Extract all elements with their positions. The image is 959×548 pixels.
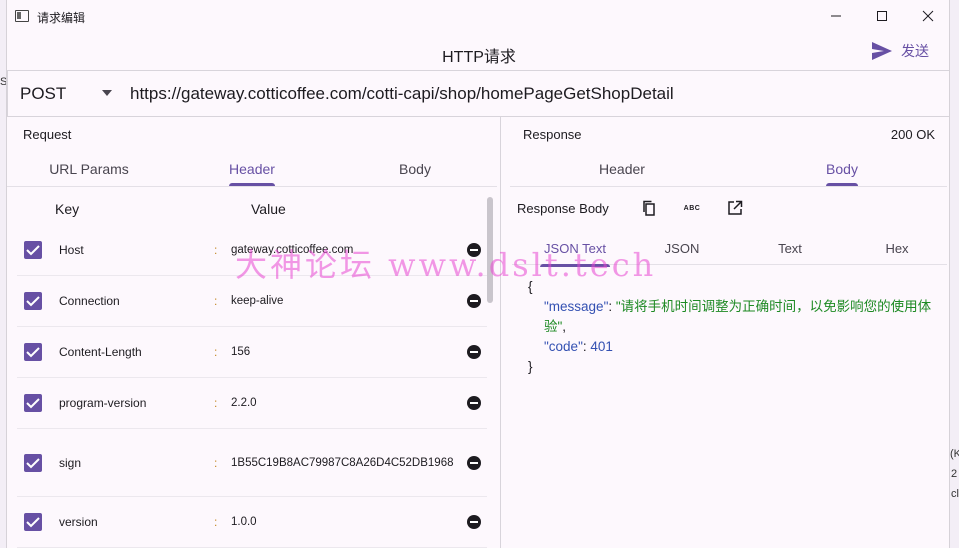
json-key-code: "code": [544, 339, 583, 354]
maximize-icon: [877, 11, 887, 21]
checkmark-icon: [26, 296, 40, 307]
tab-json[interactable]: JSON: [665, 241, 700, 256]
status-badge: 200 OK: [890, 127, 935, 142]
remove-header-icon[interactable]: [467, 345, 481, 359]
header-key[interactable]: Connection: [59, 294, 120, 308]
tab-body[interactable]: Body: [399, 161, 431, 177]
header-key[interactable]: Host: [59, 243, 84, 257]
background-window-text: 2: [951, 468, 958, 480]
response-pane: Response 200 OK Header Body Response Bod…: [502, 117, 949, 548]
response-view-tabs: JSON Text JSON Text Hex: [512, 231, 947, 267]
app-icon: [15, 10, 29, 22]
header-enabled-checkbox[interactable]: [24, 343, 42, 361]
send-icon: [872, 42, 892, 60]
remove-header-icon[interactable]: [467, 515, 481, 529]
chevron-down-icon[interactable]: [102, 90, 112, 96]
method-select[interactable]: POST: [20, 84, 66, 104]
open-external-button[interactable]: [726, 199, 744, 217]
header-row: sign : 1B55C19B8AC79987C8A26D4C52DB1968: [17, 429, 487, 497]
header-value[interactable]: 1B55C19B8AC79987C8A26D4C52DB1968: [231, 455, 463, 471]
request-line: POST https://gateway.cotticoffee.com/cot…: [7, 70, 949, 117]
json-brace-close: }: [528, 359, 533, 374]
key-value-separator: :: [214, 294, 218, 308]
header-value[interactable]: gateway.cotticoffee.com: [231, 242, 463, 258]
checkmark-icon: [26, 457, 40, 468]
request-label: Request: [23, 127, 72, 142]
format-text-button[interactable]: ABC: [683, 199, 701, 217]
send-button-label: 发送: [901, 43, 929, 59]
maximize-button[interactable]: [859, 0, 905, 32]
remove-header-icon[interactable]: [467, 243, 481, 257]
background-window-text: (K: [950, 448, 959, 460]
tab-response-header[interactable]: Header: [599, 161, 645, 177]
remove-header-icon[interactable]: [467, 294, 481, 308]
header-row: program-version : 2.2.0: [17, 378, 487, 429]
header-key[interactable]: Content-Length: [59, 345, 142, 359]
headers-scrollbar[interactable]: [487, 197, 493, 303]
remove-header-icon[interactable]: [467, 455, 481, 470]
json-brace-open: {: [528, 279, 533, 294]
column-header-key: Key: [55, 201, 80, 217]
response-label: Response: [523, 127, 582, 142]
header-enabled-checkbox[interactable]: [24, 241, 42, 259]
header-row: Connection : keep-alive: [17, 276, 487, 327]
copy-button[interactable]: [640, 199, 658, 217]
key-value-separator: :: [214, 243, 218, 257]
header-enabled-checkbox[interactable]: [24, 292, 42, 310]
header-row: Host : gateway.cotticoffee.com: [17, 225, 487, 276]
request-pane: Request URL Params Header Body Key Value…: [7, 117, 501, 548]
close-icon: [922, 10, 934, 22]
title-bar[interactable]: 请求编辑: [7, 0, 949, 32]
request-tabs: URL Params Header Body: [7, 153, 497, 187]
checkmark-icon: [26, 245, 40, 256]
header-value[interactable]: keep-alive: [231, 293, 463, 309]
background-window-text: cl: [951, 488, 959, 500]
key-value-separator: :: [214, 396, 218, 410]
response-body-label: Response Body: [517, 201, 609, 216]
tab-response-body[interactable]: Body: [826, 161, 858, 186]
tab-text[interactable]: Text: [778, 241, 802, 256]
close-button[interactable]: [905, 0, 949, 32]
header-row: Content-Length : 156: [17, 327, 487, 378]
request-editor-window: 请求编辑 HTTP请求 发送 POST https://gateway.cott…: [6, 0, 950, 548]
json-key-message: "message": [544, 299, 609, 314]
header-enabled-checkbox[interactable]: [24, 394, 42, 412]
json-comma: ,: [562, 319, 567, 334]
header-enabled-checkbox[interactable]: [24, 453, 42, 472]
key-value-separator: :: [214, 515, 218, 529]
tab-url-params[interactable]: URL Params: [49, 161, 129, 177]
window-title: 请求编辑: [37, 11, 86, 25]
page-title: HTTP请求: [442, 49, 516, 66]
header-value[interactable]: 156: [231, 344, 463, 360]
header-value[interactable]: 2.2.0: [231, 395, 463, 411]
copy-icon: [643, 200, 655, 216]
checkmark-icon: [26, 347, 40, 358]
url-input[interactable]: https://gateway.cotticoffee.com/cotti-ca…: [130, 84, 674, 104]
json-value-code: 401: [590, 339, 613, 354]
header-key[interactable]: sign: [59, 456, 81, 470]
key-value-separator: :: [214, 455, 218, 470]
spellcheck-icon: ABC: [683, 204, 701, 212]
header-row: version : 1.0.0: [17, 497, 487, 548]
header-key[interactable]: program-version: [59, 396, 146, 410]
tab-hex[interactable]: Hex: [885, 241, 908, 256]
tab-header[interactable]: Header: [229, 161, 275, 186]
checkmark-icon: [26, 398, 40, 409]
tab-json-text[interactable]: JSON Text: [540, 241, 610, 267]
header-bar: HTTP请求 发送: [7, 32, 949, 70]
header-enabled-checkbox[interactable]: [24, 513, 42, 531]
minimize-button[interactable]: [813, 0, 859, 32]
header-value[interactable]: 1.0.0: [231, 514, 463, 530]
key-value-separator: :: [214, 345, 218, 359]
header-key[interactable]: version: [59, 515, 98, 529]
column-header-value: Value: [251, 201, 286, 217]
response-tabs: Header Body: [510, 153, 947, 187]
remove-header-icon[interactable]: [467, 396, 481, 410]
minimize-icon: [831, 15, 841, 17]
json-colon: :: [608, 299, 616, 314]
checkmark-icon: [26, 517, 40, 528]
open-external-icon: [728, 200, 743, 215]
send-button[interactable]: 发送: [871, 39, 929, 63]
response-json-viewer[interactable]: { "message": "请将手机时间调整为正确时间，以免影响您的使用体验",…: [528, 277, 938, 377]
